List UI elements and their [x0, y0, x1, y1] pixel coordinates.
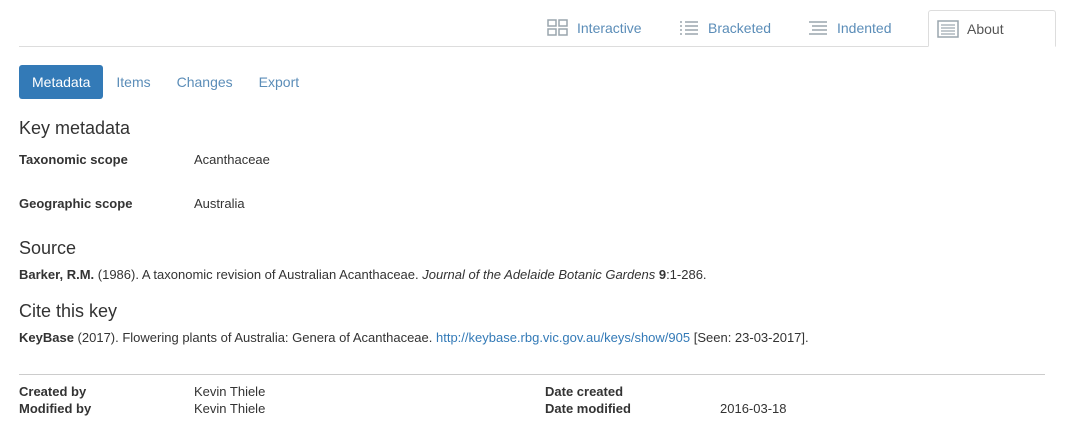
date-modified-label: Date modified: [545, 401, 631, 416]
geographic-scope-value: Australia: [194, 196, 245, 211]
created-by-value: Kevin Thiele: [194, 384, 266, 399]
footer-divider: [19, 374, 1045, 375]
grid-icon: [547, 19, 568, 36]
tab-interactive-label: Interactive: [577, 20, 642, 36]
indented-list-icon: [809, 21, 827, 35]
document-icon: [937, 19, 959, 38]
taxonomic-scope-value: Acanthaceae: [194, 152, 270, 167]
pill-items[interactable]: Items: [103, 65, 163, 99]
source-pages: :1-286.: [666, 267, 707, 282]
pill-metadata[interactable]: Metadata: [19, 65, 104, 99]
date-created-label: Date created: [545, 384, 624, 399]
tab-indented-label: Indented: [837, 20, 892, 36]
source-author: Barker, R.M.: [19, 267, 95, 282]
about-subnav: Metadata Items Changes Export: [19, 65, 312, 99]
source-text: (1986). A taxonomic revision of Australi…: [94, 267, 423, 282]
modified-by-label: Modified by: [19, 401, 92, 416]
tab-about-label: About: [967, 20, 1004, 37]
tab-about[interactable]: About: [928, 10, 1056, 47]
tab-interactive[interactable]: Interactive: [547, 10, 642, 46]
tab-bracketed[interactable]: Bracketed: [678, 10, 771, 46]
geographic-scope-label: Geographic scope: [19, 196, 133, 211]
cite-text: (2017). Flowering plants of Australia: G…: [73, 330, 436, 345]
pill-changes[interactable]: Changes: [164, 65, 246, 99]
source-citation: Barker, R.M. (1986). A taxonomic revisio…: [19, 267, 707, 282]
cite-citation: KeyBase (2017). Flowering plants of Aust…: [19, 330, 809, 345]
key-metadata-heading: Key metadata: [19, 118, 131, 138]
date-modified-value: 2016-03-18: [720, 401, 787, 416]
view-tabs: Interactive Bracketed Indented About: [19, 10, 1056, 47]
pill-export[interactable]: Export: [246, 65, 312, 99]
source-volume: 9: [658, 267, 667, 282]
cite-url-link[interactable]: http://keybase.rbg.vic.gov.au/keys/show/…: [436, 330, 690, 345]
list-icon: [680, 21, 698, 35]
created-by-label: Created by: [19, 384, 87, 399]
source-heading: Source: [19, 238, 77, 258]
tab-bracketed-label: Bracketed: [708, 20, 772, 36]
source-journal: Journal of the Adelaide Botanic Gardens: [422, 267, 656, 282]
cite-seen: [Seen: 23-03-2017].: [690, 330, 809, 345]
modified-by-value: Kevin Thiele: [194, 401, 266, 416]
tab-indented[interactable]: Indented: [807, 10, 892, 46]
taxonomic-scope-label: Taxonomic scope: [19, 152, 128, 167]
cite-org: KeyBase: [19, 330, 74, 345]
cite-heading: Cite this key: [19, 301, 118, 321]
